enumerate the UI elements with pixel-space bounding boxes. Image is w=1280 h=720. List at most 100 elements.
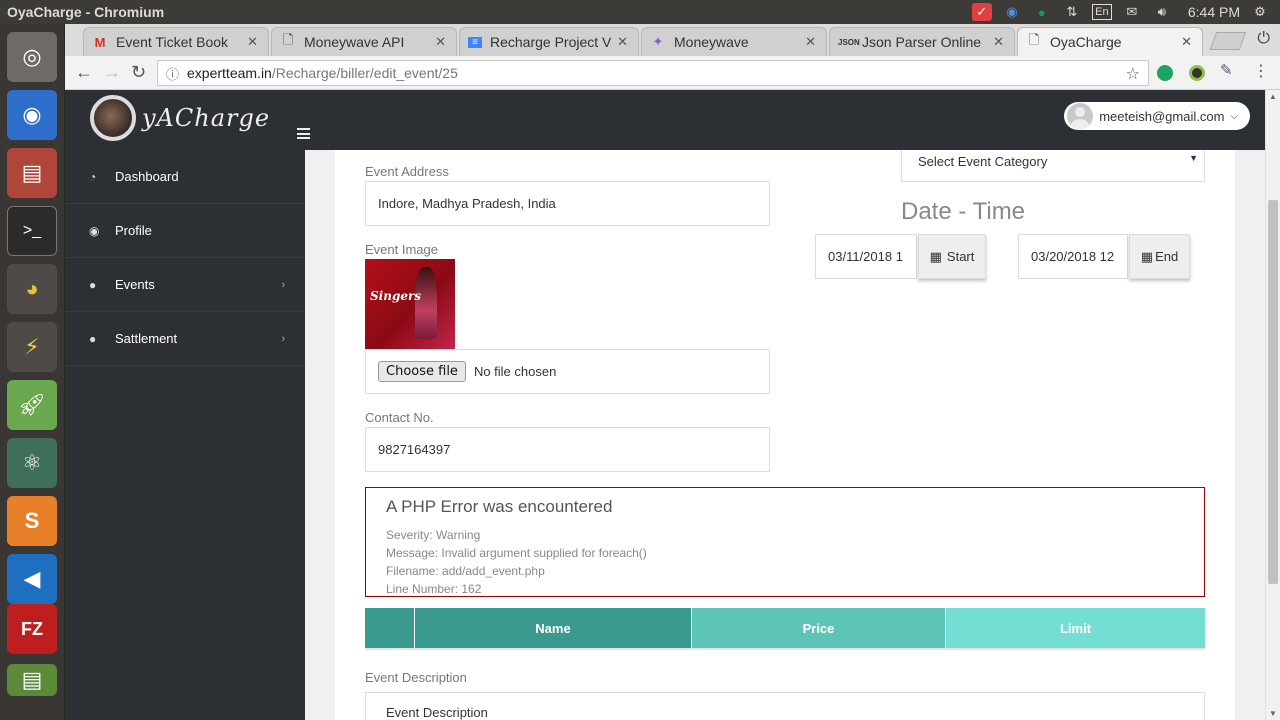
forward-arrow-icon[interactable]: → xyxy=(103,62,121,83)
datetime-title: Date - Time xyxy=(901,198,1026,225)
hangouts-icon[interactable]: ● xyxy=(1032,3,1052,21)
todo-icon[interactable]: ✓ xyxy=(971,3,992,21)
chrome-launcher-icon[interactable]: ◕ xyxy=(7,264,57,314)
page-scrollbar[interactable]: ▲ ▼ xyxy=(1265,90,1280,720)
extension-eyedropper-icon[interactable]: ✎ xyxy=(1220,61,1233,79)
close-icon[interactable]: ✕ xyxy=(1181,34,1192,50)
close-icon[interactable]: ✕ xyxy=(617,34,628,50)
chromium-launcher-icon[interactable]: ◉ xyxy=(7,90,57,140)
user-icon: ● xyxy=(89,331,97,346)
network-icon[interactable]: ⇅ xyxy=(1062,3,1082,21)
atom-editor-icon[interactable]: ⚛ xyxy=(7,438,57,488)
sidebar-item-label: Sattlement xyxy=(115,331,178,346)
tab-oyacharge[interactable]: 🗋 OyaCharge ✕ xyxy=(1017,27,1203,56)
docs-icon: ≡ xyxy=(468,36,482,48)
files-icon[interactable]: ▤ xyxy=(7,148,57,198)
new-tab-button[interactable] xyxy=(1209,32,1247,50)
event-category-select[interactable]: Select Event Category ▼ xyxy=(901,150,1205,182)
tab-label: Json Parser Online xyxy=(862,34,982,50)
scrollbar-thumb[interactable] xyxy=(1268,200,1278,584)
edit-event-form: Select Event Category ▼ Date - Time 03/1… xyxy=(335,150,1235,720)
tab-recharge-project[interactable]: ≡ Recharge Project V ✕ xyxy=(459,27,639,56)
scroll-down-arrow-icon[interactable]: ▼ xyxy=(1269,709,1277,718)
tab-strip: M Event Ticket Book ✕ 🗋 Moneywave API ✕ … xyxy=(65,24,1280,56)
choose-file-button[interactable]: Choose file xyxy=(378,361,466,382)
remote-desktop-icon[interactable]: ⚡ xyxy=(7,322,57,372)
close-icon[interactable]: ✕ xyxy=(805,34,816,50)
tab-event-ticket[interactable]: M Event Ticket Book ✕ xyxy=(83,27,269,56)
back-arrow-icon[interactable]: ← xyxy=(75,62,93,83)
sublime-text-icon[interactable]: S xyxy=(7,496,57,546)
ubuntu-launcher: ◎ ◉ ▤ >_ ◕ ⚡ 🚀︎ ⚛ S ◀ FZ ▤ xyxy=(0,24,65,720)
event-description-input[interactable]: Event Description xyxy=(365,692,1205,720)
end-date-input[interactable]: 03/20/2018 12 xyxy=(1018,234,1128,279)
button-label: End xyxy=(1155,249,1179,264)
main-content: Select Event Category ▼ Date - Time 03/1… xyxy=(305,150,1265,720)
os-top-panel: OyaCharge - Chromium ✓ ◉ ● ⇅ En ✉ 🔊︎ 6:4… xyxy=(0,0,1280,24)
chevron-right-icon: › xyxy=(281,278,285,291)
browser-toolbar: ← → ↻ ⓘ expertteam.in/Recharge/biller/ed… xyxy=(65,56,1280,90)
close-icon[interactable]: ✕ xyxy=(435,34,446,50)
start-date-button[interactable]: ▦ Start xyxy=(918,234,986,279)
column-header-name: Name xyxy=(415,608,692,648)
rocket-app-icon[interactable]: 🚀︎ xyxy=(7,380,57,430)
php-error-box: A PHP Error was encountered Severity: Wa… xyxy=(365,487,1205,597)
sidebar-item-sattlement[interactable]: ● Sattlement › xyxy=(65,312,305,366)
chevron-down-icon: ⌵ xyxy=(1230,110,1238,122)
window-menu-icon[interactable]: ⏻ xyxy=(1257,30,1270,48)
close-icon[interactable]: ✕ xyxy=(247,34,258,50)
event-description-label: Event Description xyxy=(365,670,467,685)
info-icon[interactable]: ⓘ xyxy=(166,64,179,83)
end-date-button[interactable]: ▦ End xyxy=(1129,234,1190,279)
tab-label: Moneywave API xyxy=(304,34,405,50)
tab-moneywave-api[interactable]: 🗋 Moneywave API ✕ xyxy=(271,27,457,56)
reload-icon[interactable]: ↻ xyxy=(131,62,146,83)
chevron-right-icon: › xyxy=(281,332,285,345)
error-line-number: Line Number: 162 xyxy=(386,582,482,596)
calendar-icon: ▦ xyxy=(1140,248,1154,264)
clock[interactable]: 6:44 PM xyxy=(1188,4,1240,20)
volume-icon[interactable]: 🔊︎ xyxy=(1152,3,1172,21)
user-menu[interactable]: meeteish@gmail.com ⌵ xyxy=(1064,102,1250,130)
sidebar: ◔ Dashboard ◉ Profile ● Events › ● Sattl… xyxy=(65,150,305,720)
mail-icon[interactable]: ✉ xyxy=(1122,3,1142,21)
oyacharge-logo[interactable]: yACharge xyxy=(90,95,270,141)
event-image-file-input[interactable]: Choose file No file chosen xyxy=(365,349,770,394)
ubuntu-dash-icon[interactable]: ◎ xyxy=(7,32,57,82)
extension-green-icon[interactable] xyxy=(1157,65,1173,81)
user-icon: ● xyxy=(89,277,97,292)
error-message: Message: Invalid argument supplied for f… xyxy=(386,546,647,560)
tab-json-parser[interactable]: JSON Json Parser Online ✕ xyxy=(829,27,1015,56)
sidebar-item-events[interactable]: ● Events › xyxy=(65,258,305,312)
start-date-input[interactable]: 03/11/2018 1 xyxy=(815,234,917,279)
window-title: OyaCharge - Chromium xyxy=(7,4,165,20)
settings-gear-icon[interactable]: ⚙ xyxy=(1250,3,1270,21)
more-apps-icon[interactable]: ▤ xyxy=(7,664,57,696)
column-header-select xyxy=(365,608,415,648)
close-icon[interactable]: ✕ xyxy=(993,34,1004,50)
event-image-label: Event Image xyxy=(365,242,438,257)
avatar xyxy=(1067,103,1094,129)
moneywave-icon: ✦ xyxy=(652,34,664,49)
json-icon: JSON xyxy=(838,37,860,47)
filezilla-icon[interactable]: FZ xyxy=(7,604,57,654)
browser-menu-icon[interactable]: ⋮ xyxy=(1253,61,1269,81)
hamburger-menu-icon[interactable] xyxy=(297,128,310,139)
contact-input[interactable]: 9827164397 xyxy=(365,427,770,472)
sidebar-item-profile[interactable]: ◉ Profile xyxy=(65,204,305,258)
chromium-tray-icon[interactable]: ◉ xyxy=(1002,3,1022,21)
tab-label: OyaCharge xyxy=(1050,34,1122,50)
no-file-text: No file chosen xyxy=(473,364,557,379)
address-bar[interactable]: ⓘ expertteam.in/Recharge/biller/edit_eve… xyxy=(157,60,1149,86)
terminal-icon[interactable]: >_ xyxy=(7,206,57,256)
tab-moneywave[interactable]: ✦ Moneywave ✕ xyxy=(641,27,827,56)
scroll-up-arrow-icon[interactable]: ▲ xyxy=(1269,92,1277,101)
keyboard-lang-indicator[interactable]: En xyxy=(1091,4,1112,20)
event-address-input[interactable]: Indore, Madhya Pradesh, India xyxy=(365,181,770,226)
extension-color-icon[interactable] xyxy=(1189,65,1205,81)
vscode-icon[interactable]: ◀ xyxy=(7,554,57,604)
bookmark-star-icon[interactable]: ☆ xyxy=(1126,64,1140,84)
url-host: expertteam.in xyxy=(187,65,272,81)
tab-label: Recharge Project V xyxy=(490,34,612,50)
sidebar-item-dashboard[interactable]: ◔ Dashboard xyxy=(65,150,305,204)
